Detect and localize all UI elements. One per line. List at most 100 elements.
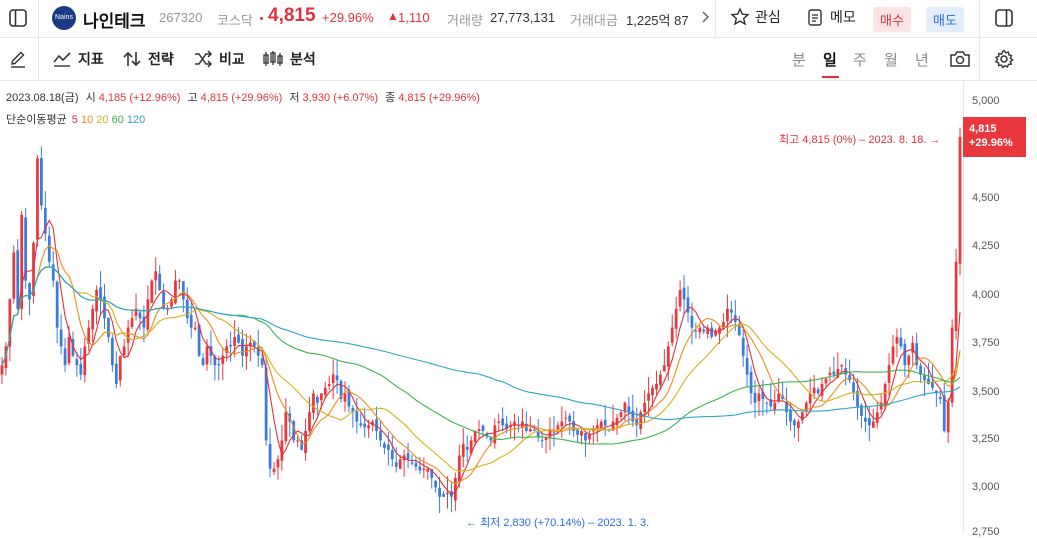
- candle: [304, 418, 307, 461]
- compare-button[interactable]: 비교: [193, 38, 245, 80]
- candle: [426, 468, 430, 480]
- period-week[interactable]: 주: [853, 49, 867, 70]
- pencil-icon[interactable]: [8, 49, 28, 74]
- candle: [895, 328, 899, 358]
- candle: [899, 328, 903, 350]
- candle: [446, 476, 449, 509]
- candle: [138, 309, 142, 331]
- sidebar-toggle-icon[interactable]: [8, 8, 28, 33]
- ma-120: 120: [126, 114, 146, 126]
- candle: [87, 319, 91, 352]
- candle: [327, 375, 331, 390]
- candle: [268, 427, 272, 478]
- price-dot: [260, 17, 263, 20]
- candle: [312, 389, 315, 420]
- candle: [107, 317, 110, 343]
- candle: [694, 322, 698, 339]
- marker-price: 4,815: [969, 123, 997, 135]
- panel-toggle-icon[interactable]: [994, 8, 1014, 33]
- price-tick: 3,000: [972, 481, 1000, 493]
- candle: [55, 280, 59, 344]
- candle: [0, 356, 4, 385]
- candle: [32, 240, 35, 304]
- ma-line-20: [1, 266, 961, 472]
- candle: [280, 425, 284, 471]
- strategy-label: 전략: [148, 51, 174, 67]
- period-day[interactable]: 일: [823, 49, 837, 70]
- candle: [643, 389, 646, 423]
- candle: [635, 407, 639, 438]
- sell-button[interactable]: 매도: [926, 7, 964, 32]
- candle: [134, 293, 138, 321]
- memo-icon: [808, 9, 822, 26]
- candle: [942, 382, 946, 433]
- candle: [517, 416, 520, 433]
- candle: [765, 401, 769, 414]
- indicator-label: 지표: [78, 51, 104, 67]
- candle: [363, 407, 367, 438]
- chart-toolbar: 지표 전략 비교 분석 분 일 주 월 년: [0, 38, 1037, 81]
- current-price-marker: 4,815 +29.96%: [963, 117, 1026, 157]
- active-period-underline: [822, 76, 839, 78]
- candle: [375, 406, 378, 440]
- candle: [241, 329, 244, 367]
- market-name: 코스닥: [217, 13, 253, 28]
- candle: [201, 353, 205, 366]
- candle: [95, 285, 98, 325]
- candle: [903, 338, 907, 378]
- candle: [493, 418, 497, 449]
- ma-legend[interactable]: 단순이동평균 5 10 20 60 120: [6, 111, 145, 127]
- candle-icon: [263, 51, 283, 66]
- candle: [292, 419, 296, 444]
- period-minute[interactable]: 분: [792, 49, 806, 70]
- ma-60: 60: [111, 114, 124, 126]
- buy-button[interactable]: 매수: [873, 7, 911, 32]
- candle: [946, 397, 950, 443]
- candle: [678, 280, 682, 312]
- indicator-button[interactable]: 지표: [52, 38, 104, 80]
- candle: [548, 417, 552, 451]
- period-month[interactable]: 월: [884, 49, 898, 70]
- candle: [670, 314, 674, 347]
- ma-5: 5: [71, 114, 78, 126]
- candle: [379, 420, 382, 447]
- candle: [954, 248, 958, 340]
- ma-line-5: [1, 219, 961, 495]
- price-tick: 3,750: [972, 337, 1000, 349]
- analysis-button[interactable]: 분석: [262, 38, 316, 80]
- candle: [631, 394, 635, 427]
- strategy-button[interactable]: 전략: [122, 38, 174, 80]
- stock-code: 267320: [159, 10, 203, 25]
- marker-pct: +29.96%: [969, 137, 1013, 149]
- candle: [820, 377, 824, 401]
- candle: [150, 279, 154, 304]
- volume-value: 27,773,131: [490, 10, 556, 25]
- open-label: 시: [85, 92, 96, 104]
- price-tick: 2,750: [972, 526, 1000, 538]
- candle: [114, 351, 118, 389]
- settings-gear-icon[interactable]: [994, 49, 1014, 74]
- watch-label: 관심: [755, 9, 781, 25]
- candle: [603, 405, 607, 437]
- chevron-right-icon[interactable]: [701, 9, 711, 30]
- candle: [16, 239, 20, 311]
- candle: [91, 304, 95, 342]
- candle: [118, 355, 122, 387]
- candle: [272, 462, 276, 476]
- candle: [414, 457, 418, 471]
- candle: [521, 408, 524, 440]
- candle: [655, 370, 658, 396]
- period-year[interactable]: 년: [915, 49, 929, 70]
- low-annotation: ← 최저 2,830 (+70.14%) – 2023. 1. 3.: [466, 517, 650, 529]
- memo-label: 메모: [830, 9, 856, 25]
- candle: [584, 432, 587, 457]
- stock-logo: Nains: [52, 6, 76, 30]
- camera-icon[interactable]: [949, 49, 971, 74]
- candle: [564, 410, 568, 426]
- ma-line-10: [1, 245, 961, 485]
- watch-button[interactable]: 관심: [730, 7, 781, 27]
- compare-label: 비교: [219, 51, 245, 67]
- memo-button[interactable]: 메모: [805, 7, 856, 27]
- candlestick-chart[interactable]: [0, 81, 963, 533]
- candle: [193, 321, 197, 331]
